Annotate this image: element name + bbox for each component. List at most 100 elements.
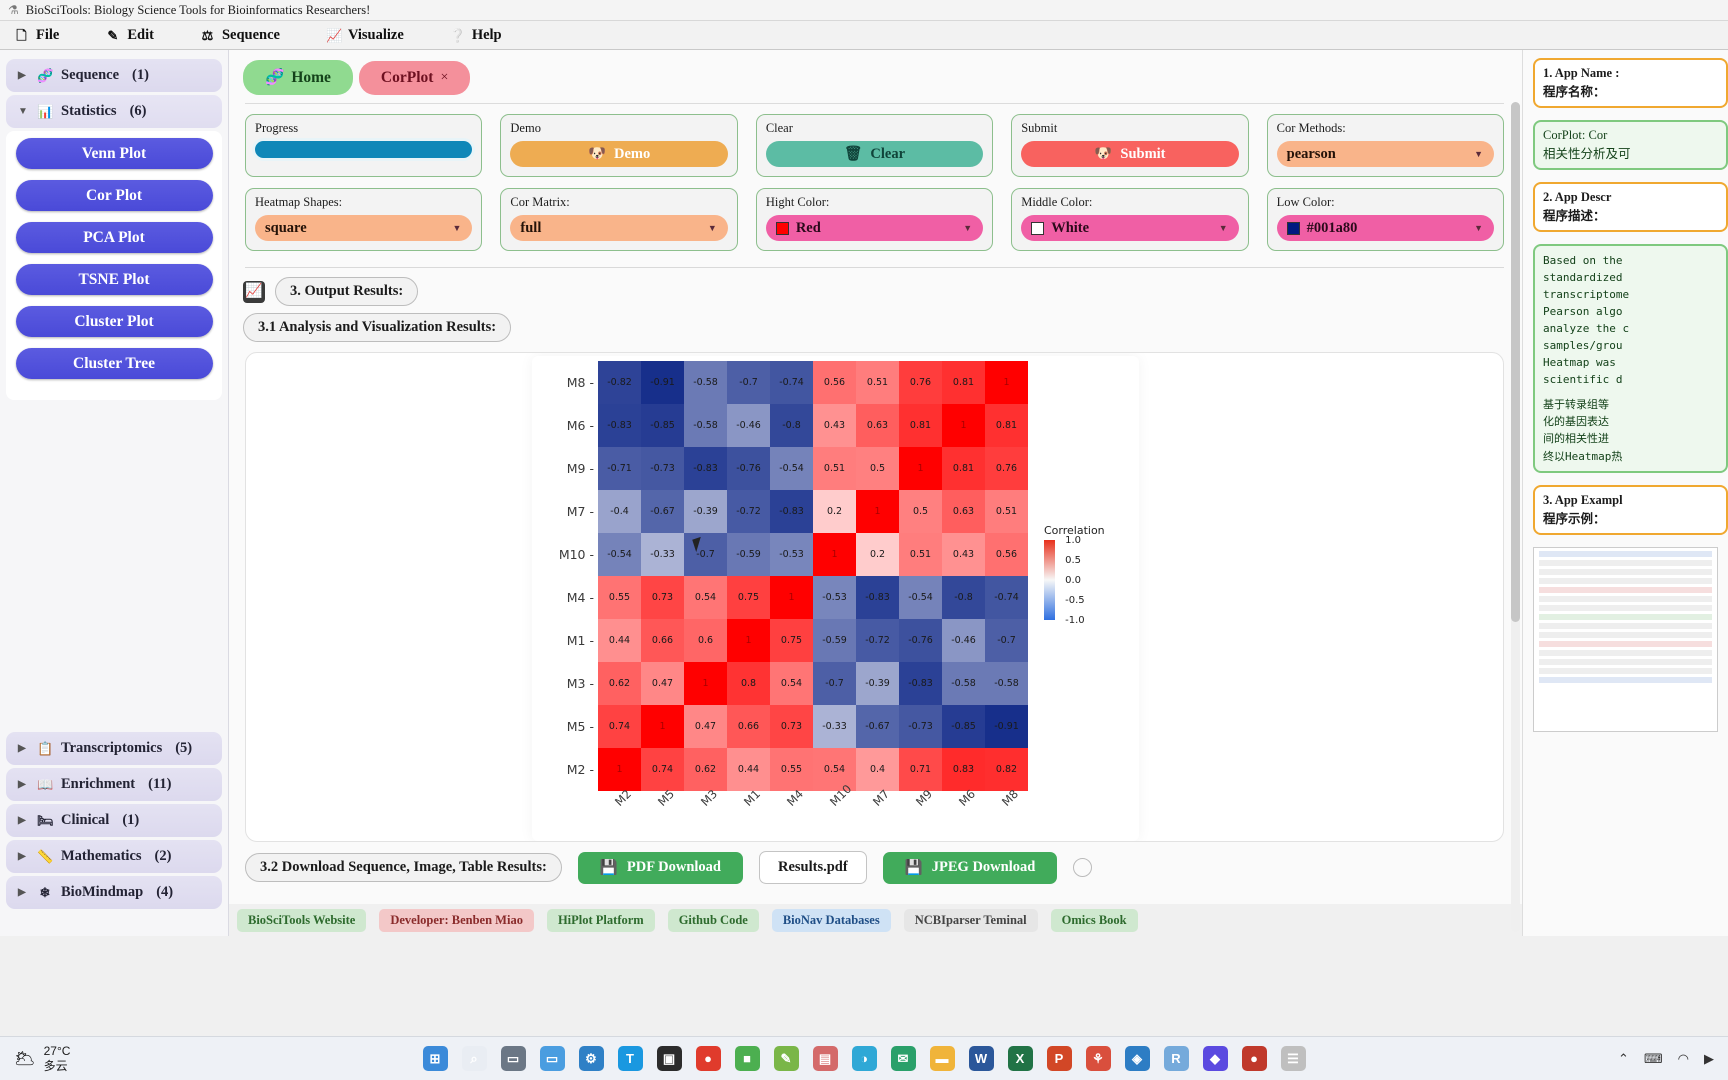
heatmap-cell[interactable]: -0.4: [598, 490, 641, 533]
heatmap-cell[interactable]: -0.67: [856, 705, 899, 748]
heatmap-cell[interactable]: 1: [684, 662, 727, 705]
heatmap-cell[interactable]: 1: [899, 447, 942, 490]
heatmap-cell[interactable]: 0.83: [942, 748, 985, 791]
vscode-icon[interactable]: ◈: [1124, 1046, 1150, 1071]
heatmap-cell[interactable]: -0.54: [598, 533, 641, 576]
heatmap-cell[interactable]: 0.44: [727, 748, 770, 791]
heatmap-cell[interactable]: 1: [770, 576, 813, 619]
heatmap-cell[interactable]: 0.5: [856, 447, 899, 490]
folder-icon[interactable]: ■: [734, 1046, 760, 1071]
heatmap-cell[interactable]: -0.39: [856, 662, 899, 705]
word-icon[interactable]: W: [968, 1046, 994, 1071]
heatmap-cell[interactable]: 0.4: [856, 748, 899, 791]
heatmap-cell[interactable]: 0.54: [770, 662, 813, 705]
heatmap-cell[interactable]: -0.83: [598, 404, 641, 447]
heatmap-cell[interactable]: 0.81: [985, 404, 1028, 447]
heatmap-cell[interactable]: -0.7: [727, 361, 770, 404]
heatmap-cell[interactable]: 0.81: [899, 404, 942, 447]
heatmap-cell[interactable]: -0.46: [942, 619, 985, 662]
heatmap-cell[interactable]: -0.7: [684, 533, 727, 576]
heatmap-cell[interactable]: -0.58: [684, 404, 727, 447]
heatmap-cell[interactable]: -0.73: [899, 705, 942, 748]
menu-file[interactable]: 🗋 File: [14, 27, 59, 44]
mail-icon[interactable]: ✉: [890, 1046, 916, 1071]
tim-icon[interactable]: T: [617, 1046, 643, 1071]
volume-icon[interactable]: ▶: [1704, 1051, 1714, 1067]
tool-button-cluster-plot[interactable]: Cluster Plot: [15, 306, 213, 337]
heatmap-cell[interactable]: 0.62: [684, 748, 727, 791]
vertical-scrollbar-thumb[interactable]: [1511, 102, 1520, 622]
powerpoint-icon[interactable]: P: [1046, 1046, 1072, 1071]
sidebar-category-biomindmap[interactable]: ▶ ❄ BioMindmap (4): [6, 876, 222, 909]
heatmap-cell[interactable]: 0.66: [641, 619, 684, 662]
heatmap-cell[interactable]: -0.91: [641, 361, 684, 404]
heatmap-cell[interactable]: -0.72: [856, 619, 899, 662]
heatmap-cell[interactable]: -0.67: [641, 490, 684, 533]
heatmap-cell[interactable]: 0.2: [856, 533, 899, 576]
heatmap-cell[interactable]: -0.76: [899, 619, 942, 662]
heatmap-cell[interactable]: 0.71: [899, 748, 942, 791]
keyboard-icon[interactable]: ⌨: [1644, 1051, 1663, 1067]
footer-link-hiplot[interactable]: HiPlot Platform: [546, 908, 655, 932]
bio-icon[interactable]: ⚘: [1085, 1046, 1111, 1071]
heatmap-cell[interactable]: -0.59: [813, 619, 856, 662]
heatmap-cell[interactable]: -0.46: [727, 404, 770, 447]
jpeg-download-button[interactable]: 💾 JPEG Download: [882, 851, 1058, 884]
heatmap-cell[interactable]: -0.71: [598, 447, 641, 490]
middle-color-select[interactable]: White ▼: [1021, 215, 1239, 241]
submit-button[interactable]: 🐶 Submit: [1021, 141, 1239, 167]
heatmap-cell[interactable]: 0.47: [641, 662, 684, 705]
heatmap-cell[interactable]: -0.82: [598, 361, 641, 404]
heatmap-cell[interactable]: -0.54: [770, 447, 813, 490]
taskview-icon[interactable]: ▭: [500, 1046, 526, 1071]
heatmap-cell[interactable]: 0.55: [770, 748, 813, 791]
menu-sequence[interactable]: ⚖ Sequence: [200, 27, 280, 44]
close-icon[interactable]: ×: [440, 70, 448, 86]
heatmap-cell[interactable]: 0.2: [813, 490, 856, 533]
heatmap-cell[interactable]: 0.74: [598, 705, 641, 748]
heatmap-cell[interactable]: -0.76: [727, 447, 770, 490]
heatmap-cell[interactable]: 0.43: [813, 404, 856, 447]
heatmap-cell[interactable]: 0.6: [684, 619, 727, 662]
footer-link-github[interactable]: Github Code: [667, 908, 759, 932]
heatmap-cell[interactable]: 1: [942, 404, 985, 447]
heatmap-cell[interactable]: -0.85: [942, 705, 985, 748]
heatmap-cell[interactable]: -0.8: [942, 576, 985, 619]
heatmap-cell[interactable]: 0.73: [641, 576, 684, 619]
demo-button[interactable]: 🐶 Demo: [510, 141, 728, 167]
tab-home[interactable]: 🧬 Home: [243, 60, 353, 95]
heatmap-cell[interactable]: -0.58: [985, 662, 1028, 705]
heatmap-cell[interactable]: 0.44: [598, 619, 641, 662]
heatmap-cell[interactable]: -0.83: [899, 662, 942, 705]
heatmap-cell[interactable]: 0.51: [856, 361, 899, 404]
note-icon[interactable]: ✎: [773, 1046, 799, 1071]
sidebar-category-clinical[interactable]: ▶ 🛏 Clinical (1): [6, 804, 222, 837]
footer-link-bionav[interactable]: BioNav Databases: [771, 908, 891, 932]
heatmap-cell[interactable]: -0.54: [899, 576, 942, 619]
heatmap-cell[interactable]: 0.56: [985, 533, 1028, 576]
code-icon[interactable]: ◆: [1202, 1046, 1228, 1071]
heatmap-cell[interactable]: 1: [813, 533, 856, 576]
heatmap-cell[interactable]: 0.76: [899, 361, 942, 404]
heatmap-cell[interactable]: 0.63: [942, 490, 985, 533]
search-icon[interactable]: ⌕: [461, 1046, 487, 1071]
heatmap-cell[interactable]: -0.8: [770, 404, 813, 447]
heatmap-cell[interactable]: -0.91: [985, 705, 1028, 748]
heatmap-cell[interactable]: 1: [856, 490, 899, 533]
heatmap-cell[interactable]: -0.33: [813, 705, 856, 748]
heatmap-cell[interactable]: 1: [727, 619, 770, 662]
heatmap-cell[interactable]: 0.62: [598, 662, 641, 705]
heatmap-cell[interactable]: -0.83: [770, 490, 813, 533]
heatmap-cell[interactable]: 0.75: [770, 619, 813, 662]
terminal-icon[interactable]: ▣: [656, 1046, 682, 1071]
pdf-download-button[interactable]: 💾 PDF Download: [577, 851, 743, 884]
sidebar-category-transcriptomics[interactable]: ▶ 📋 Transcriptomics (5): [6, 732, 222, 765]
footer-link-omicsbook[interactable]: Omics Book: [1050, 908, 1138, 932]
heatmap-cell[interactable]: -0.33: [641, 533, 684, 576]
heatmap-cell[interactable]: 1: [985, 361, 1028, 404]
heatmap-cell[interactable]: -0.74: [985, 576, 1028, 619]
heatmap-cell[interactable]: 0.54: [813, 748, 856, 791]
wifi-icon[interactable]: ◠: [1678, 1051, 1689, 1067]
tool-button-pca-plot[interactable]: PCA Plot: [15, 222, 213, 253]
heatmap-cell[interactable]: 0.43: [942, 533, 985, 576]
